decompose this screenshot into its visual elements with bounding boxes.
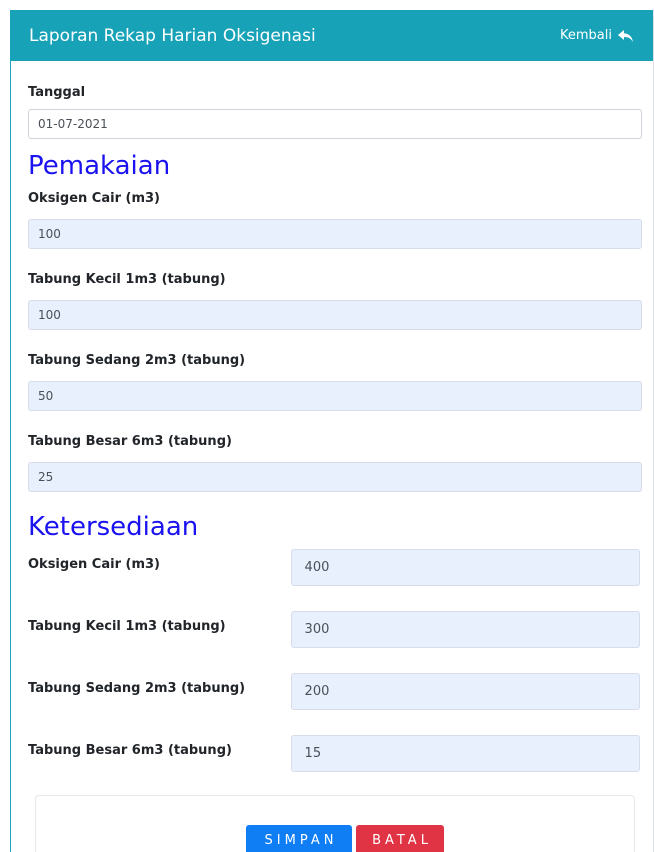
usage-medium-tube-input[interactable]: 50 <box>28 381 642 411</box>
date-input[interactable]: 01-07-2021 <box>28 109 642 139</box>
save-button[interactable]: SIMPAN <box>246 825 352 852</box>
form-body: Tanggal 01-07-2021 Pemakaian Oksigen Cai… <box>11 85 653 772</box>
availability-row: Tabung Besar 6m3 (tabung) 15 <box>28 735 640 772</box>
cancel-button[interactable]: BATAL <box>356 825 444 852</box>
availability-liquid-oxygen-label: Oksigen Cair (m3) <box>28 557 160 572</box>
usage-medium-tube-label: Tabung Sedang 2m3 (tabung) <box>28 353 246 368</box>
usage-small-tube-input[interactable]: 100 <box>28 300 642 330</box>
usage-small-tube-label: Tabung Kecil 1m3 (tabung) <box>28 272 226 287</box>
page-title: Laporan Rekap Harian Oksigenasi <box>29 25 316 46</box>
usage-section-title: Pemakaian <box>28 151 171 181</box>
availability-large-tube-label: Tabung Besar 6m3 (tabung) <box>28 743 232 758</box>
back-label: Kembali <box>560 28 612 43</box>
availability-small-tube-input[interactable]: 300 <box>290 611 640 648</box>
reply-arrow-icon <box>618 29 633 42</box>
action-card: SIMPAN BATAL <box>35 795 635 852</box>
availability-liquid-oxygen-input[interactable]: 400 <box>290 549 640 586</box>
availability-row: Oksigen Cair (m3) 400 <box>28 549 640 586</box>
usage-large-tube-label: Tabung Besar 6m3 (tabung) <box>28 434 232 449</box>
usage-large-tube-input[interactable]: 25 <box>28 462 642 492</box>
availability-small-tube-label: Tabung Kecil 1m3 (tabung) <box>28 619 226 634</box>
usage-liquid-oxygen-input[interactable]: 100 <box>28 219 642 249</box>
availability-medium-tube-input[interactable]: 200 <box>290 673 640 710</box>
usage-liquid-oxygen-label: Oksigen Cair (m3) <box>28 191 160 206</box>
panel-header: Laporan Rekap Harian Oksigenasi Kembali <box>11 10 653 61</box>
availability-section-title: Ketersediaan <box>28 512 199 542</box>
date-label: Tanggal <box>28 85 86 100</box>
availability-row: Tabung Kecil 1m3 (tabung) 300 <box>28 611 640 648</box>
report-panel: Laporan Rekap Harian Oksigenasi Kembali … <box>10 10 654 852</box>
availability-row: Tabung Sedang 2m3 (tabung) 200 <box>28 673 640 710</box>
availability-medium-tube-label: Tabung Sedang 2m3 (tabung) <box>28 681 246 696</box>
availability-large-tube-input[interactable]: 15 <box>290 735 640 772</box>
back-button[interactable]: Kembali <box>560 28 633 43</box>
